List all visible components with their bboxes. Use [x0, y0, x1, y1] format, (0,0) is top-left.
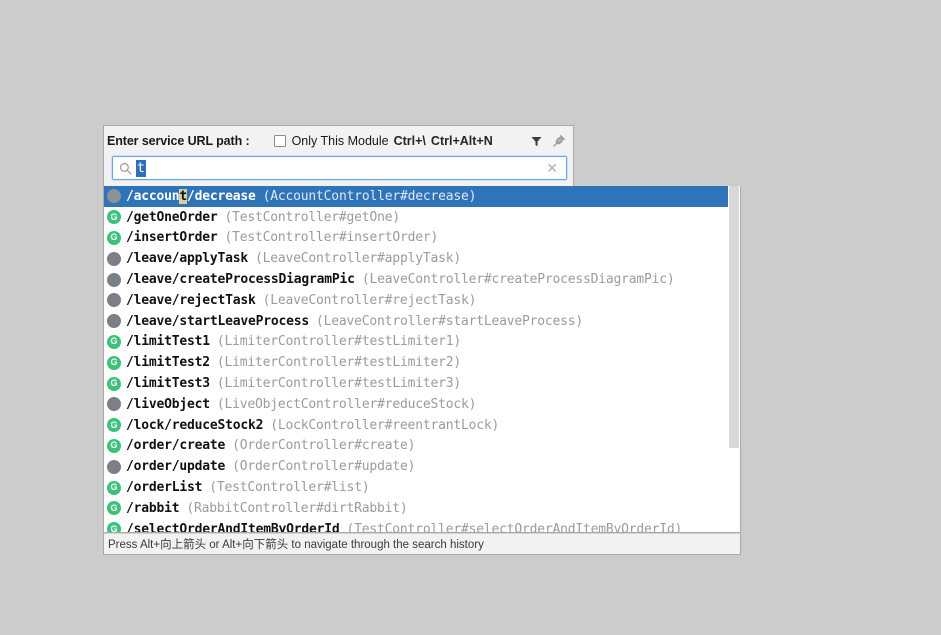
- dialog-header-panel: Enter service URL path : Only This Modul…: [103, 125, 574, 186]
- result-path: /insertOrder: [126, 230, 218, 246]
- pin-icon[interactable]: [552, 134, 566, 148]
- search-match-highlight: t: [179, 188, 188, 204]
- result-row[interactable]: /order/update (OrderController#update): [104, 456, 729, 477]
- post-method-icon: [107, 459, 121, 474]
- result-path: /orderList: [126, 480, 203, 496]
- result-row[interactable]: G/selectOrderAndItemByOrderId (TestContro…: [104, 519, 729, 533]
- post-method-icon: [107, 251, 121, 266]
- search-results-rows: /account/decrease (AccountController#decr…: [104, 186, 729, 532]
- result-row[interactable]: G/rabbit (RabbitController#dirtRabbit): [104, 498, 729, 519]
- result-path: /selectOrderAndItemByOrderId: [126, 521, 340, 533]
- result-handler: (LimiterController#testLimiter1): [216, 334, 461, 350]
- search-results-list[interactable]: /account/decrease (AccountController#decr…: [103, 186, 741, 533]
- result-path: /limitTest1: [126, 334, 210, 350]
- get-method-icon: G: [107, 210, 121, 225]
- result-row[interactable]: /leave/startLeaveProcess (LeaveController…: [104, 311, 729, 332]
- result-row[interactable]: G/limitTest2 (LimiterController#testLimit…: [104, 352, 729, 373]
- get-method-icon: G: [107, 418, 121, 433]
- search-input-value[interactable]: t: [136, 159, 146, 177]
- only-this-module-label: Only This Module: [291, 134, 389, 148]
- result-row[interactable]: /account/decrease (AccountController#decr…: [104, 186, 729, 207]
- result-handler: (LimiterController#testLimiter3): [216, 376, 461, 392]
- result-row[interactable]: G/lock/reduceStock2 (LockController#reent…: [104, 415, 729, 436]
- result-path: /leave/rejectTask: [126, 292, 256, 308]
- get-method-icon: G: [107, 522, 121, 532]
- result-handler: (OrderController#update): [232, 459, 416, 475]
- get-method-icon: G: [107, 355, 121, 370]
- dialog-header-row: Enter service URL path : Only This Modul…: [104, 126, 573, 156]
- result-path: /rabbit: [126, 500, 180, 516]
- result-path: /getOneOrder: [126, 209, 218, 225]
- get-method-icon: G: [107, 230, 121, 245]
- shortcut-toggle-module: Ctrl+\: [393, 134, 426, 148]
- result-handler: (AccountController#decrease): [262, 188, 477, 204]
- post-method-icon: [107, 397, 121, 412]
- result-path: /order/update: [126, 459, 226, 475]
- result-handler: (OrderController#create): [232, 438, 416, 454]
- result-handler: (LimiterController#testLimiter2): [216, 355, 461, 371]
- result-row[interactable]: G/limitTest1 (LimiterController#testLimit…: [104, 332, 729, 353]
- result-handler: (LockController#reentrantLock): [270, 417, 500, 433]
- result-handler: (TestController#insertOrder): [224, 230, 439, 246]
- result-path: /leave/applyTask: [126, 251, 249, 267]
- result-path: /lock/reduceStock2: [126, 417, 264, 433]
- results-scrollbar[interactable]: [728, 186, 740, 532]
- get-method-icon: G: [107, 501, 121, 516]
- dialog-title: Enter service URL path :: [107, 134, 250, 148]
- post-method-icon: [107, 189, 121, 204]
- clear-icon[interactable]: ✕: [546, 161, 558, 175]
- result-row[interactable]: G/insertOrder (TestController#insertOrder…: [104, 228, 729, 249]
- post-method-icon: [107, 293, 121, 308]
- only-this-module-option[interactable]: Only This Module Ctrl+\ Ctrl+Alt+N: [273, 134, 493, 148]
- result-path: /limitTest3: [126, 376, 210, 392]
- result-handler: (TestController#list): [209, 480, 370, 496]
- result-handler: (TestController#getOne): [224, 209, 401, 225]
- footer-hint-bar: Press Alt+向上箭头 or Alt+向下箭头 to navigate t…: [103, 533, 741, 555]
- result-handler: (LiveObjectController#reduceStock): [216, 396, 477, 412]
- result-row[interactable]: /leave/createProcessDiagramPic (LeaveCont…: [104, 269, 729, 290]
- result-path: /leave/createProcessDiagramPic: [126, 272, 355, 288]
- get-method-icon: G: [107, 334, 121, 349]
- result-path: /limitTest2: [126, 355, 210, 371]
- post-method-icon: [107, 314, 121, 329]
- result-row[interactable]: /leave/applyTask (LeaveController#applyTa…: [104, 248, 729, 269]
- result-handler: (LeaveController#applyTask): [255, 251, 461, 267]
- result-path: /order/create: [126, 438, 226, 454]
- result-row[interactable]: G/getOneOrder (TestController#getOne): [104, 207, 729, 228]
- result-handler: (TestController#selectOrderAndItemByOrde…: [346, 521, 683, 533]
- get-method-icon: G: [107, 438, 121, 453]
- filter-icon[interactable]: [530, 135, 543, 148]
- result-row[interactable]: G/order/create (OrderController#create): [104, 436, 729, 457]
- service-url-search-dialog: Enter service URL path : Only This Modul…: [103, 125, 741, 556]
- post-method-icon: [107, 272, 121, 287]
- result-handler: (LeaveController#rejectTask): [262, 292, 477, 308]
- result-row[interactable]: G/limitTest3 (LimiterController#testLimit…: [104, 373, 729, 394]
- header-icon-group: [530, 134, 569, 148]
- get-method-icon: G: [107, 376, 121, 391]
- result-handler: (LeaveController#startLeaveProcess): [316, 313, 583, 329]
- result-path: /account/decrease: [126, 188, 256, 204]
- search-field[interactable]: t ✕: [112, 156, 567, 180]
- result-row[interactable]: G/orderList (TestController#list): [104, 477, 729, 498]
- results-scrollbar-thumb[interactable]: [729, 186, 739, 448]
- result-row[interactable]: /leave/rejectTask (LeaveController#reject…: [104, 290, 729, 311]
- get-method-icon: G: [107, 480, 121, 495]
- search-icon: [119, 162, 132, 175]
- result-path: /liveObject: [126, 396, 210, 412]
- shortcut-open-dialog: Ctrl+Alt+N: [430, 134, 493, 148]
- result-row[interactable]: /liveObject (LiveObjectController#reduceS…: [104, 394, 729, 415]
- result-path: /leave/startLeaveProcess: [126, 313, 310, 329]
- result-handler: (RabbitController#dirtRabbit): [186, 500, 408, 516]
- only-this-module-checkbox[interactable]: [273, 135, 286, 147]
- result-handler: (LeaveController#createProcessDiagramPic…: [361, 272, 675, 288]
- footer-hint-text: Press Alt+向上箭头 or Alt+向下箭头 to navigate t…: [108, 539, 484, 551]
